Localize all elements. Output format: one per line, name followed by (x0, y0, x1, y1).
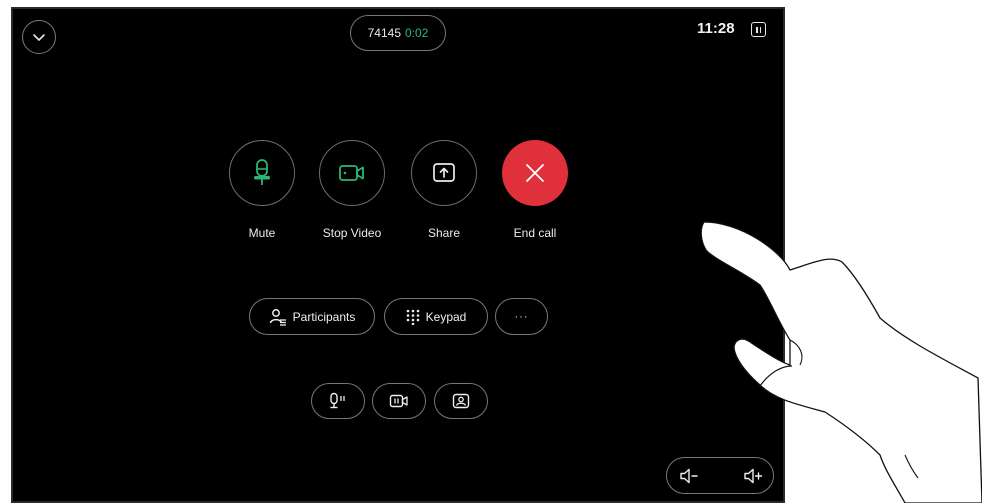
stop-video-button[interactable] (319, 140, 385, 206)
share-label: Share (427, 226, 461, 240)
self-view-button[interactable] (434, 383, 488, 419)
microphone-settings-icon (330, 392, 345, 409)
end-call-label: End call (513, 226, 557, 240)
mute-label: Mute (248, 226, 276, 240)
more-icon: ··· (514, 310, 529, 323)
share-button[interactable] (411, 140, 477, 206)
volume-up-icon (744, 468, 763, 484)
clock: 11:28 (697, 20, 735, 37)
camera-settings-icon (389, 394, 408, 408)
call-info-pill[interactable]: 74145 0:02 (350, 15, 446, 51)
end-call-button[interactable] (502, 140, 568, 206)
keypad-button[interactable]: Keypad (384, 298, 488, 335)
video-camera-icon (339, 165, 364, 181)
close-icon (526, 164, 544, 182)
volume-down-icon (680, 468, 698, 484)
self-view-icon (452, 393, 470, 409)
participants-button[interactable]: Participants (249, 298, 375, 335)
volume-up-button[interactable] (743, 466, 763, 486)
collapse-button[interactable] (22, 20, 56, 54)
keypad-icon (406, 309, 419, 325)
stop-video-label: Stop Video (322, 226, 382, 240)
share-screen-icon (433, 163, 455, 182)
panel-icon[interactable] (751, 22, 766, 37)
participants-icon (269, 308, 286, 326)
keypad-label: Keypad (425, 309, 467, 324)
call-number: 74145 (367, 26, 401, 40)
microphone-settings-button[interactable] (311, 383, 365, 419)
participants-label: Participants (292, 309, 356, 324)
volume-control (666, 457, 774, 494)
chevron-down-icon (33, 34, 45, 41)
call-duration: 0:02 (405, 26, 429, 40)
microphone-icon (254, 159, 270, 185)
mute-button[interactable] (229, 140, 295, 206)
volume-down-button[interactable] (679, 466, 699, 486)
camera-settings-button[interactable] (372, 383, 426, 419)
more-button[interactable]: ··· (495, 298, 548, 335)
touch-panel-screen: 74145 0:02 11:28 Mute Stop Video Share E… (11, 7, 785, 503)
